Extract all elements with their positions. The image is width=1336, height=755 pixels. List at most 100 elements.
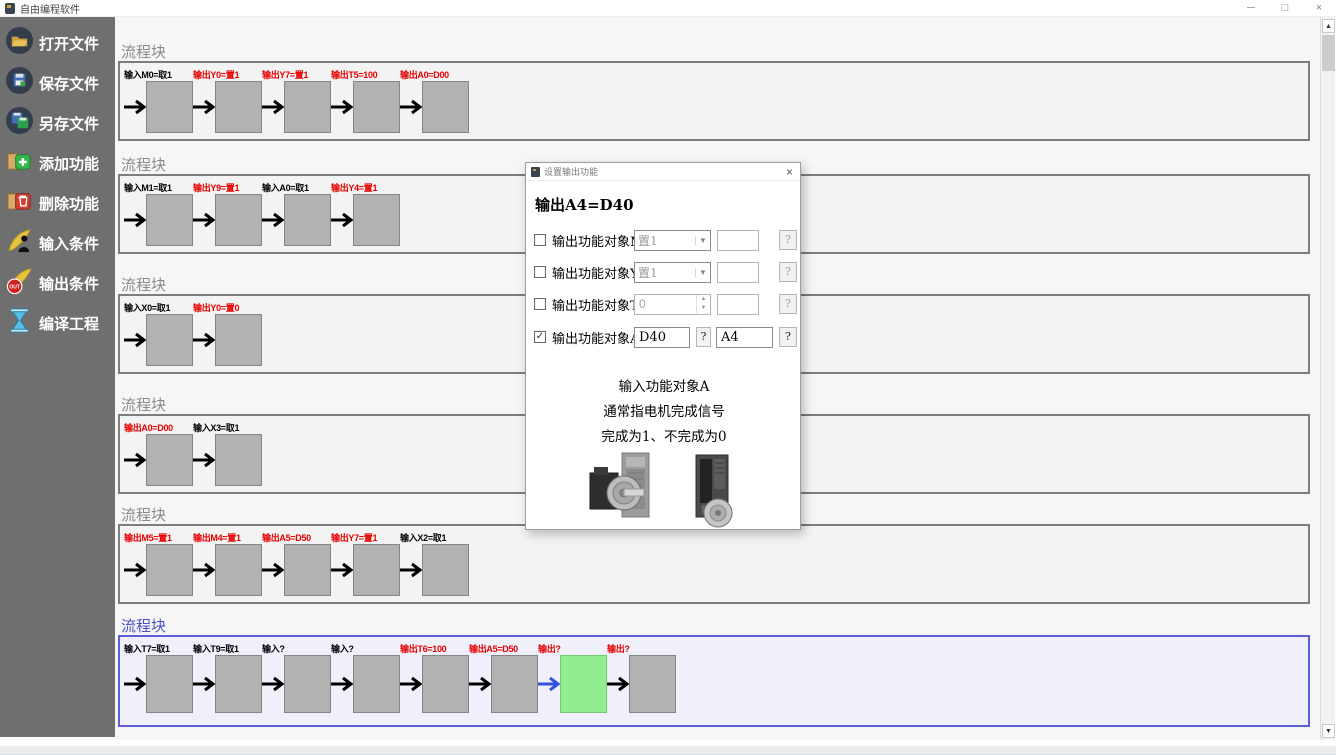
block-square[interactable] [215, 81, 262, 133]
sidebar-button-7[interactable]: OUT输出条件 [0, 263, 115, 303]
section-box[interactable]: 输入M0=取1输出Y0=置1输出Y7=置1输出T5=100输出A0=D00 [118, 61, 1310, 141]
flow-block-7[interactable]: 输出? [538, 642, 607, 713]
flow-arrow-icon [193, 544, 215, 596]
block-label: 输出Y0=置1 [193, 68, 262, 81]
flow-block-4[interactable]: 输出Y7=置1 [331, 531, 400, 596]
checkbox[interactable] [534, 298, 546, 310]
sidebar-button-6[interactable]: 输入条件 [0, 223, 115, 263]
dialog-titlebar: 设置输出功能 × [526, 163, 800, 181]
block-square[interactable] [146, 81, 193, 133]
block-square[interactable] [146, 434, 193, 486]
vertical-scrollbar[interactable]: ▲ ▼ [1320, 17, 1335, 740]
section-box[interactable]: 输出M5=置1输出M4=置1输出A5=D50输出Y7=置1输入X2=取1 [118, 524, 1310, 604]
flow-block-3[interactable]: 输入? [262, 642, 331, 713]
sidebar-button-2[interactable]: 保存文件 [0, 63, 115, 103]
block-square[interactable] [146, 544, 193, 596]
flow-block-2[interactable]: 输出M4=置1 [193, 531, 262, 596]
flow-block-1[interactable]: 输出M5=置1 [124, 531, 193, 596]
flow-block-3[interactable]: 输入A0=取1 [262, 181, 331, 246]
flow-block-2[interactable]: 输出Y0=置0 [193, 301, 262, 366]
flow-block-4[interactable]: 输入? [331, 642, 400, 713]
sidebar-button-8[interactable]: 编译工程 [0, 303, 115, 343]
flow-block-3[interactable]: 输出A5=D50 [262, 531, 331, 596]
block-square[interactable] [146, 194, 193, 246]
block-square[interactable] [422, 655, 469, 713]
flow-block-1[interactable]: 输入X0=取1 [124, 301, 193, 366]
checkbox[interactable] [534, 234, 546, 246]
servo-drive-image [680, 453, 742, 529]
sidebar-button-label: 删除功能 [39, 193, 99, 214]
block-square[interactable] [284, 544, 331, 596]
block-label: 输出Y9=置1 [193, 181, 262, 194]
checkbox[interactable] [534, 266, 546, 278]
block-square[interactable] [146, 655, 193, 713]
flow-block-1[interactable]: 输入M1=取1 [124, 181, 193, 246]
maximize-button[interactable]: □ [1268, 2, 1302, 14]
sidebar-button-4[interactable]: 添加功能 [0, 143, 115, 183]
flow-block-1[interactable]: 输入T7=取1 [124, 642, 193, 713]
extra-value-input[interactable] [717, 230, 759, 251]
flow-block-4[interactable]: 输出Y4=置1 [331, 181, 400, 246]
flow-block-2[interactable]: 输出Y0=置1 [193, 68, 262, 133]
row-label: 输出功能对象T [552, 295, 639, 314]
block-square[interactable] [215, 544, 262, 596]
block-square[interactable] [422, 81, 469, 133]
spinner-arrows-icon[interactable]: ▲▼ [696, 295, 710, 313]
flow-block-2[interactable]: 输出Y9=置1 [193, 181, 262, 246]
block-square[interactable] [215, 194, 262, 246]
flow-block-1[interactable]: 输出A0=D00 [124, 421, 193, 486]
flow-block-5[interactable]: 输出T6=100 [400, 642, 469, 713]
help-button-2[interactable]: ? [779, 327, 797, 347]
flow-block-3[interactable]: 输出Y7=置1 [262, 68, 331, 133]
block-square[interactable] [284, 655, 331, 713]
flow-block-6[interactable]: 输出A5=D50 [469, 642, 538, 713]
close-button[interactable]: × [1302, 2, 1336, 14]
section-box[interactable]: 输入T7=取1输入T9=取1输入?输入?输出T6=100输出A5=D50输出?输… [118, 635, 1310, 727]
block-square[interactable] [629, 655, 676, 713]
block-square[interactable] [146, 314, 193, 366]
flow-block-4[interactable]: 输出T5=100 [331, 68, 400, 133]
extra-value-input[interactable] [717, 294, 759, 315]
scroll-up-icon[interactable]: ▲ [1322, 19, 1335, 33]
block-square[interactable] [560, 655, 607, 713]
block-square[interactable] [215, 655, 262, 713]
block-square[interactable] [215, 314, 262, 366]
block-square[interactable] [353, 194, 400, 246]
flow-block-8[interactable]: 输出? [607, 642, 676, 713]
minimize-button[interactable]: ─ [1234, 2, 1268, 14]
block-square[interactable] [353, 544, 400, 596]
sidebar-button-3[interactable]: 另存文件 [0, 103, 115, 143]
data-value-input[interactable] [634, 327, 690, 348]
scroll-down-icon[interactable]: ▼ [1322, 724, 1335, 738]
help-button[interactable]: ? [779, 262, 797, 282]
dialog-close-icon[interactable]: × [786, 165, 793, 179]
help-button[interactable]: ? [696, 327, 711, 347]
block-square[interactable] [215, 434, 262, 486]
dialog-heading: 输出A4=D40 [535, 194, 800, 215]
sidebar-button-5[interactable]: 删除功能 [0, 183, 115, 223]
help-button[interactable]: ? [779, 294, 797, 314]
sidebar-button-1[interactable]: 打开文件 [0, 23, 115, 63]
flow-arrow-icon [262, 655, 284, 713]
help-button[interactable]: ? [779, 230, 797, 250]
value-dropdown[interactable]: 置1▼ [634, 230, 711, 251]
block-square[interactable] [353, 655, 400, 713]
flow-block-1[interactable]: 输入M0=取1 [124, 68, 193, 133]
block-square[interactable] [353, 81, 400, 133]
block-square[interactable] [284, 194, 331, 246]
flow-block-5[interactable]: 输出A0=D00 [400, 68, 469, 133]
block-square[interactable] [422, 544, 469, 596]
row-label: 输出功能对象Y [552, 263, 639, 282]
block-square[interactable] [284, 81, 331, 133]
add-function-icon [5, 146, 34, 180]
scrollbar-thumb[interactable] [1322, 35, 1335, 71]
flow-block-5[interactable]: 输入X2=取1 [400, 531, 469, 596]
checkbox[interactable]: ✓ [534, 331, 546, 343]
value-dropdown[interactable]: 置1▼ [634, 262, 711, 283]
value-spinner[interactable]: 0▲▼ [634, 294, 711, 315]
object-value-input[interactable] [716, 327, 773, 348]
flow-block-2[interactable]: 输入X3=取1 [193, 421, 262, 486]
flow-block-2[interactable]: 输入T9=取1 [193, 642, 262, 713]
extra-value-input[interactable] [717, 262, 759, 283]
block-square[interactable] [491, 655, 538, 713]
